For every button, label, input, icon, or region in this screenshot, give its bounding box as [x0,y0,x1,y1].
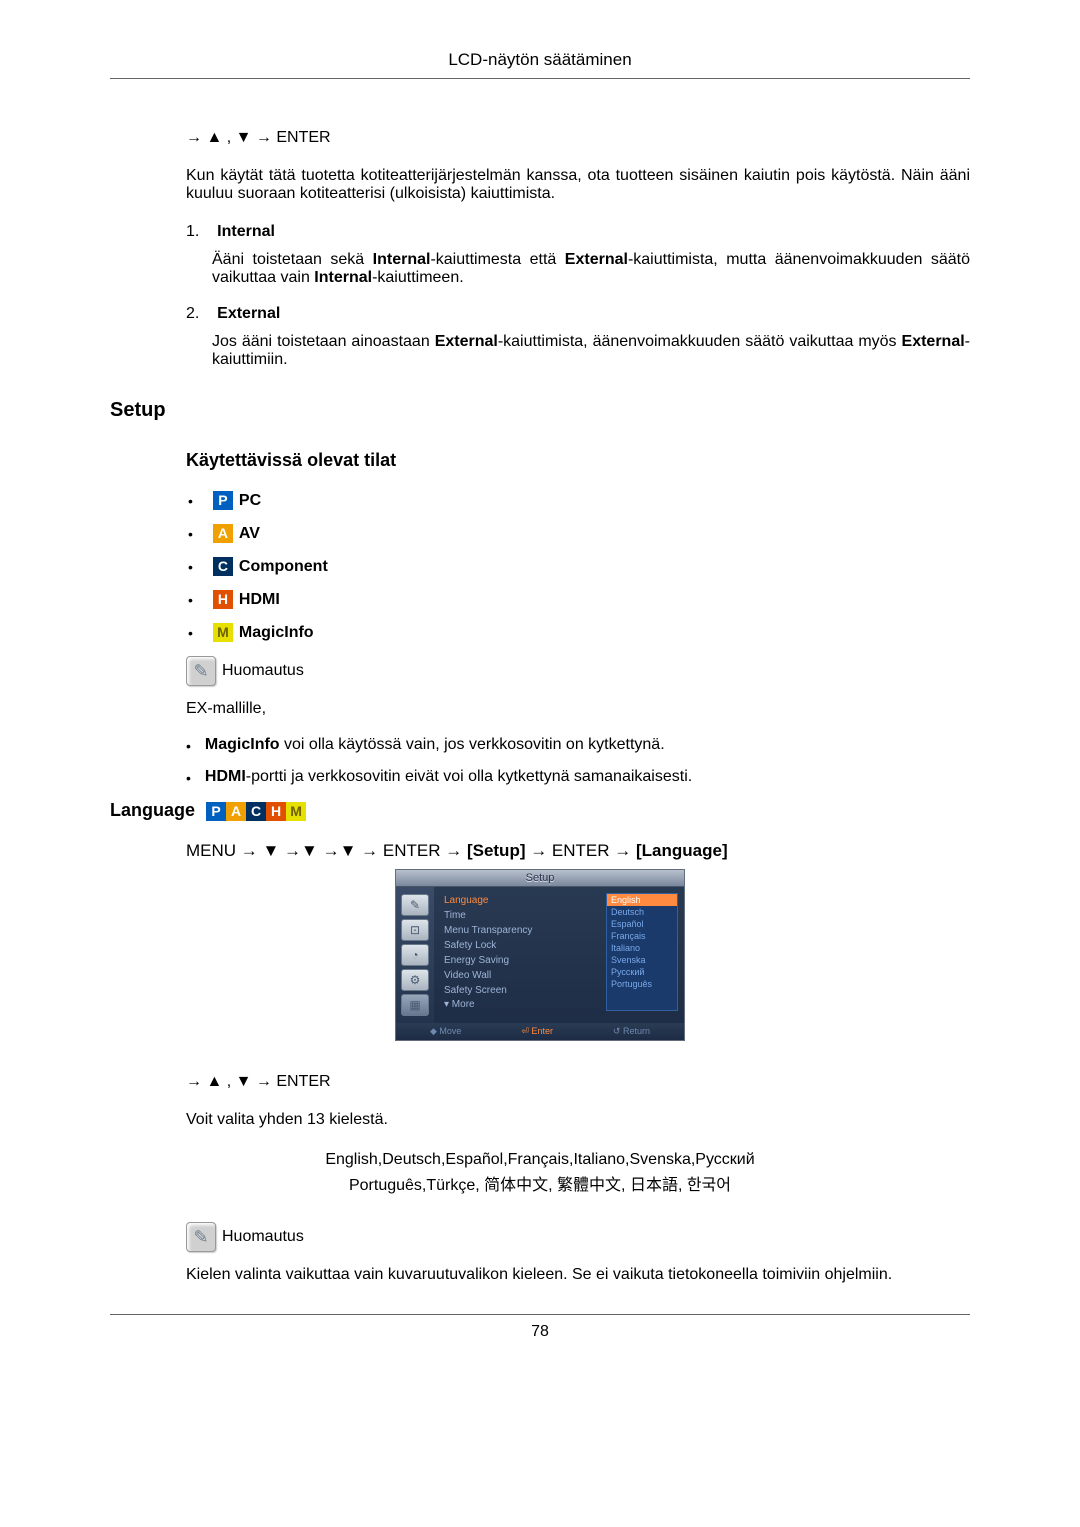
osd-titlebar: Setup [396,870,684,887]
page-header: LCD-näytön säätäminen [110,50,970,79]
osd-tab-icon: ⚙ [401,969,429,991]
osd-lang-item: Português [607,978,677,990]
mode-item: • H HDMI [188,590,970,609]
note-icon: ✎ [186,656,216,686]
osd-menu-item: Safety Screen [444,983,606,998]
mode-icon-c: C [213,557,233,576]
intro-paragraph: Kun käytät tätä tuotetta kotiteatterijär… [186,167,970,203]
osd-language-list: English Deutsch Español Français Italian… [606,893,678,1011]
section-language-heading: Language P A C H M [110,800,970,821]
mode-label: MagicInfo [239,624,314,642]
item-1-title: Internal [217,223,275,240]
osd-lang-item: Deutsch [607,906,677,918]
osd-lang-item: Français [607,930,677,942]
note-icon: ✎ [186,1222,216,1252]
osd-lang-item: Русский [607,966,677,978]
mode-item: • M MagicInfo [188,623,970,642]
language-names-list: English,Deutsch,Español,Français,Italian… [110,1147,970,1198]
osd-tab-icon: ◔ [401,944,429,966]
osd-setup-panel: Setup ✎ ⊡ ◔ ⚙ ▦ Language Time Menu Trans… [395,869,685,1041]
mode-item: • A AV [188,524,970,543]
osd-menu-item: Language [444,893,606,908]
osd-menu-item: Video Wall [444,968,606,983]
choose-text: Voit valita yhden 13 kielestä. [186,1111,970,1129]
mode-icon-p: P [206,802,226,821]
mode-item: • C Component [188,557,970,576]
osd-menu-item: Energy Saving [444,953,606,968]
mode-icon-c: C [246,802,266,821]
mode-icon-h: H [213,590,233,609]
item-1-number: 1. [186,223,199,240]
item-2-body: Jos ääni toistetaan ainoastaan External-… [212,333,970,369]
osd-lang-item: English [607,894,677,906]
nav-sequence-2: → ▲ , ▼ → ENTER [186,1073,970,1091]
osd-menu-item: Safety Lock [444,938,606,953]
note-label: Huomautus [222,662,304,680]
modes-heading: Käytettävissä olevat tilat [186,450,970,471]
mode-label: HDMI [239,591,280,609]
osd-tab-icon: ▦ [401,994,429,1016]
osd-tab-icon: ⊡ [401,919,429,941]
note-label: Huomautus [222,1228,304,1246]
osd-menu-item: Menu Transparency [444,923,606,938]
mode-icon-h: H [266,802,286,821]
nav-sequence-1: → ▲ , ▼ → ENTER [186,129,970,147]
osd-tabs: ✎ ⊡ ◔ ⚙ ▦ [396,887,434,1023]
mode-item: • P PC [188,491,970,510]
osd-tab-icon: ✎ [401,894,429,916]
osd-more: ▾ More [444,998,606,1011]
mode-icon-a: A [213,524,233,543]
bullet-line: • HDMI-portti ja verkkosovitin eivät voi… [186,768,970,786]
mode-label: AV [239,525,260,543]
mode-label: Component [239,558,328,576]
osd-footer: ◆ Move ⏎ Enter ↺ Return [396,1023,684,1040]
mode-icon-p: P [213,491,233,510]
mode-label: PC [239,492,261,510]
page-number: 78 [110,1314,970,1341]
mode-icon-m: M [213,623,233,642]
item-2-number: 2. [186,305,199,322]
bullet-line: • MagicInfo voi olla käytössä vain, jos … [186,736,970,754]
final-paragraph: Kielen valinta vaikuttaa vain kuvaruutuv… [186,1266,970,1284]
osd-lang-item: Svenska [607,954,677,966]
menu-path: MENU → ▼ →▼ →▼ → ENTER → [Setup] → ENTER… [186,841,970,861]
item-1-body: Ääni toistetaan sekä Internal-kaiuttimes… [212,251,970,287]
osd-menu-item: Time [444,908,606,923]
osd-lang-item: Español [607,918,677,930]
osd-menu: Language Time Menu Transparency Safety L… [434,887,684,1023]
item-2-title: External [217,305,280,322]
ex-model-line: EX-mallille, [186,700,970,718]
mode-icon-m: M [286,802,306,821]
osd-lang-item: Italiano [607,942,677,954]
mode-icon-a: A [226,802,246,821]
section-setup-heading: Setup [110,399,970,422]
